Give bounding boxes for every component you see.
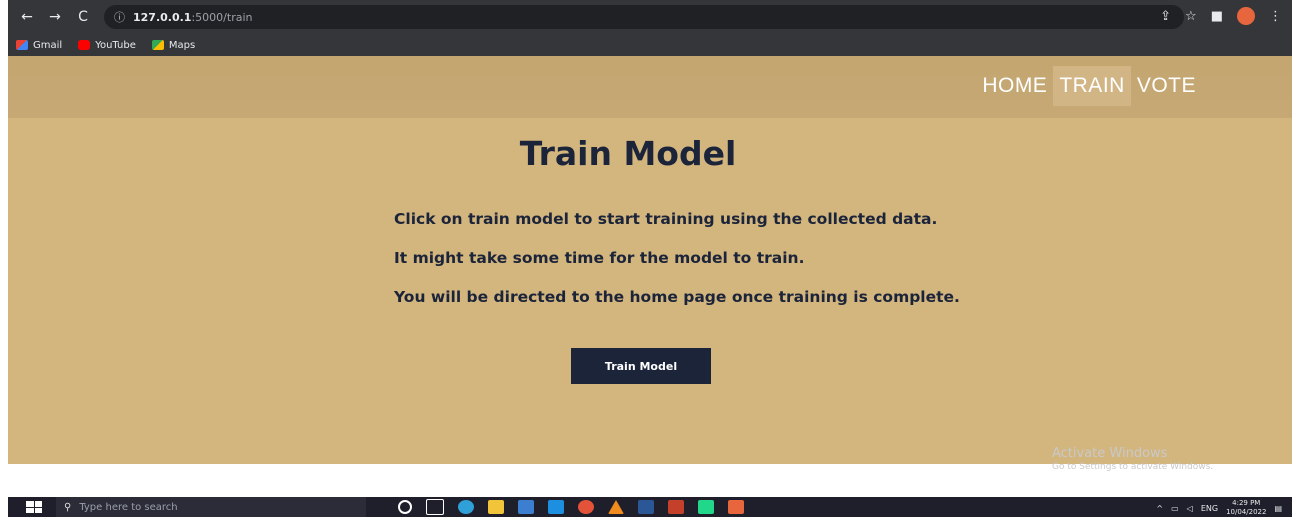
menu-icon[interactable]: ⋮ (1269, 9, 1282, 24)
chevron-up-icon[interactable]: ^ (1156, 504, 1163, 513)
bookmark-maps[interactable]: Maps (151, 39, 196, 51)
maps-icon (151, 40, 164, 50)
instruction-line: It might take some time for the model to… (394, 249, 805, 267)
bookmarks-bar: Gmail YouTube Maps (8, 34, 1292, 56)
bookmark-youtube[interactable]: YouTube (78, 40, 136, 51)
file-explorer-icon[interactable] (488, 500, 504, 514)
edge-icon[interactable] (458, 500, 474, 514)
toolbar-right: ⇪ ☆ ■ ⋮ (1160, 7, 1282, 25)
youtube-icon (78, 40, 91, 50)
system-tray: ^ ▭ ◁ ENG 4:29 PM 10/04/2022 ▤ (1156, 499, 1282, 517)
taskbar-search[interactable]: ⚲ Type here to search (56, 497, 366, 517)
bookmark-label: Gmail (33, 39, 63, 51)
train-model-button[interactable]: Train Model (571, 348, 711, 384)
notification-icon[interactable]: ▤ (1274, 504, 1282, 513)
task-view-icon[interactable] (426, 499, 444, 515)
instruction-line: You will be directed to the home page on… (394, 288, 960, 306)
chrome-icon[interactable] (578, 500, 594, 514)
vlc-icon[interactable] (608, 500, 624, 514)
gmail-icon (16, 40, 28, 50)
cortana-icon[interactable] (398, 500, 412, 514)
clock-date: 10/04/2022 (1226, 508, 1267, 516)
url-path: :5000/train (191, 10, 253, 24)
url-host: 127.0.0.1 (133, 10, 192, 24)
pycharm-icon[interactable] (698, 500, 714, 514)
store-icon[interactable] (518, 500, 534, 514)
reload-button[interactable]: C (74, 9, 92, 25)
instruction-line: Click on train model to start training u… (394, 210, 938, 228)
profile-icon[interactable] (1237, 7, 1255, 25)
watermark-subtitle: Go to Settings to activate Windows. (1052, 462, 1214, 472)
office-icon[interactable] (728, 500, 744, 514)
address-bar[interactable]: ⓘ 127.0.0.1:5000/train (104, 5, 1184, 29)
page: HOME TRAIN VOTE Train Model Click on tra… (8, 56, 1292, 464)
bookmark-gmail[interactable]: Gmail (16, 40, 62, 51)
site-info-icon[interactable]: ⓘ (114, 9, 125, 25)
clock-time: 4:29 PM (1232, 499, 1261, 507)
taskbar: ⚲ Type here to search ^ ▭ ◁ ENG 4:29 PM … (8, 497, 1292, 517)
search-placeholder: Type here to search (79, 501, 178, 513)
watermark-title: Activate Windows (1052, 446, 1168, 461)
page-title: Train Model (519, 134, 737, 173)
browser-toolbar: ← → C ⓘ 127.0.0.1:5000/train ⇪ ☆ ■ ⋮ (8, 0, 1292, 34)
taskbar-apps (398, 499, 744, 515)
browser-window: ← → C ⓘ 127.0.0.1:5000/train ⇪ ☆ ■ ⋮ Gma… (8, 0, 1292, 56)
mail-icon[interactable] (548, 500, 564, 514)
instructions: Click on train model to start training u… (394, 210, 960, 327)
nav-vote[interactable]: VOTE (1131, 66, 1202, 106)
nav-train[interactable]: TRAIN (1053, 66, 1131, 106)
powerpoint-icon[interactable] (668, 500, 684, 514)
share-icon[interactable]: ⇪ (1160, 9, 1171, 24)
bookmark-label: Maps (168, 39, 196, 51)
activate-windows-watermark: Activate Windows Go to Settings to activ… (1052, 446, 1213, 472)
search-icon: ⚲ (64, 501, 72, 513)
word-icon[interactable] (638, 500, 654, 514)
windows-start-icon[interactable] (26, 501, 42, 513)
back-button[interactable]: ← (18, 9, 36, 25)
clock[interactable]: 4:29 PM 10/04/2022 (1226, 499, 1266, 517)
language-indicator[interactable]: ENG (1201, 504, 1218, 513)
star-icon[interactable]: ☆ (1185, 9, 1197, 24)
sidebar-icon[interactable]: ■ (1211, 9, 1223, 24)
nav-home[interactable]: HOME (976, 66, 1053, 106)
network-icon[interactable]: ▭ (1171, 504, 1179, 513)
forward-button[interactable]: → (46, 9, 64, 25)
volume-icon[interactable]: ◁ (1187, 504, 1193, 513)
top-navbar: HOME TRAIN VOTE (8, 56, 1292, 118)
bookmark-label: YouTube (95, 39, 136, 51)
nav-menu: HOME TRAIN VOTE (976, 66, 1202, 106)
